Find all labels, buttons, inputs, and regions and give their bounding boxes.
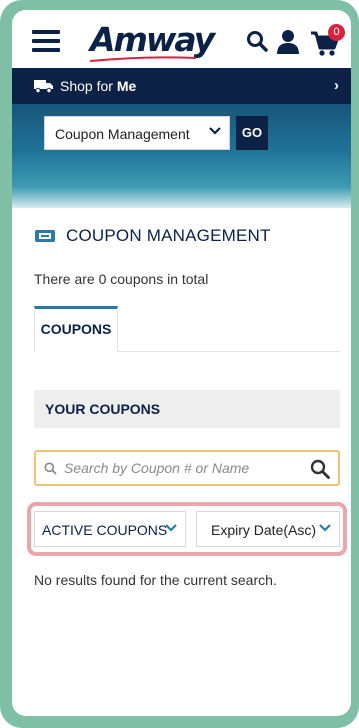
hamburger-icon[interactable] (32, 30, 60, 52)
sort-value: Expiry Date(Asc) (211, 522, 317, 538)
status-filter-dropdown[interactable]: ACTIVE COUPONS (34, 511, 186, 547)
hero-banner: Coupon Management GO (12, 104, 351, 208)
sort-dropdown[interactable]: Expiry Date(Asc) (196, 511, 340, 547)
go-button[interactable]: GO (236, 116, 268, 150)
tab-divider (118, 351, 340, 352)
ticket-icon (35, 230, 55, 242)
top-header: Amway 0 (12, 10, 351, 68)
device-frame: Amway 0 Shop for Me › Coupon Management … (0, 0, 359, 728)
chevron-down-icon (319, 524, 331, 532)
search-input[interactable] (64, 458, 304, 478)
search-button-icon[interactable] (310, 459, 330, 479)
chevron-down-icon (165, 524, 177, 532)
truck-icon (34, 80, 53, 93)
app-screen: Amway 0 Shop for Me › Coupon Management … (12, 10, 351, 716)
shop-for-bar[interactable]: Shop for Me › (12, 68, 351, 104)
page-title-text: COUPON MANAGEMENT (66, 226, 271, 245)
tab-coupons[interactable]: COUPONS (34, 306, 118, 352)
chevron-down-icon (209, 127, 221, 135)
coupon-count-text: There are 0 coupons in total (34, 271, 209, 287)
page-select-value: Coupon Management (55, 126, 190, 142)
coupon-search (34, 450, 340, 486)
page-select[interactable]: Coupon Management (44, 116, 230, 150)
shop-for-label: Shop for Me (60, 78, 137, 94)
chevron-right-icon: › (334, 77, 339, 94)
user-icon[interactable] (276, 29, 300, 55)
search-icon[interactable] (246, 30, 268, 52)
cart-count-badge: 0 (328, 24, 345, 41)
status-filter-value: ACTIVE COUPONS (42, 522, 168, 538)
logo-swoosh (89, 56, 197, 62)
cart-button[interactable]: 0 (310, 24, 346, 58)
no-results-message: No results found for the current search. (34, 572, 277, 588)
page-title: COUPON MANAGEMENT (34, 226, 271, 246)
search-icon (44, 462, 57, 475)
your-coupons-header: YOUR COUPONS (34, 390, 340, 428)
